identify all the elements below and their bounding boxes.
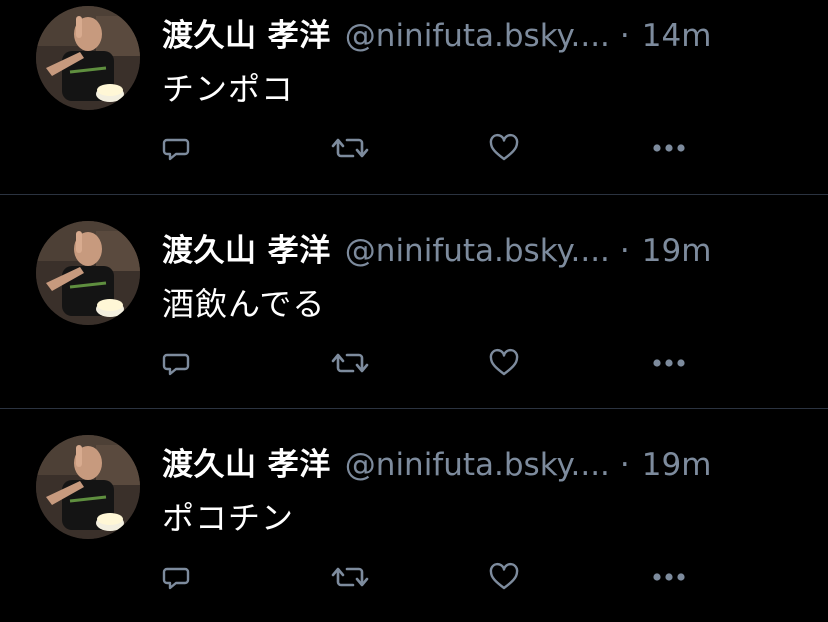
post-feed: 渡久山 孝洋 @ninifuta.bsky.... · 14m チンポコ 渡久山… bbox=[0, 0, 828, 607]
avatar-photo bbox=[36, 435, 140, 539]
more-button[interactable] bbox=[649, 343, 689, 383]
post-actions bbox=[0, 343, 828, 383]
reply-icon bbox=[162, 138, 190, 161]
post-header: 渡久山 孝洋 @ninifuta.bsky.... · 19m bbox=[162, 225, 711, 269]
like-button[interactable] bbox=[484, 557, 524, 597]
repost-icon bbox=[331, 138, 369, 158]
heart-icon bbox=[489, 348, 519, 376]
post-time[interactable]: 14m bbox=[642, 18, 712, 54]
heart-icon bbox=[489, 562, 519, 590]
reply-icon bbox=[162, 353, 190, 376]
like-button[interactable] bbox=[484, 128, 524, 168]
separator: · bbox=[619, 447, 630, 483]
author-handle[interactable]: @ninifuta.bsky.... bbox=[345, 18, 610, 54]
separator: · bbox=[619, 233, 630, 269]
post-actions bbox=[0, 557, 828, 597]
post[interactable]: 渡久山 孝洋 @ninifuta.bsky.... · 14m チンポコ bbox=[0, 0, 828, 214]
more-icon bbox=[653, 144, 685, 152]
post-text: 酒飲んでる bbox=[162, 285, 326, 323]
heart-icon bbox=[489, 133, 519, 161]
author-name[interactable]: 渡久山 孝洋 bbox=[162, 10, 331, 55]
post[interactable]: 渡久山 孝洋 @ninifuta.bsky.... · 19m ポコチン bbox=[0, 408, 828, 622]
more-icon bbox=[653, 573, 685, 581]
repost-button[interactable] bbox=[330, 128, 370, 168]
author-handle[interactable]: @ninifuta.bsky.... bbox=[345, 233, 610, 269]
post-time[interactable]: 19m bbox=[642, 447, 712, 483]
avatar-photo bbox=[36, 221, 140, 325]
repost-icon bbox=[331, 567, 369, 587]
post-time[interactable]: 19m bbox=[642, 233, 712, 269]
more-button[interactable] bbox=[649, 557, 689, 597]
reply-icon bbox=[162, 567, 190, 590]
reply-button[interactable] bbox=[156, 128, 196, 168]
author-name[interactable]: 渡久山 孝洋 bbox=[162, 439, 331, 484]
reply-button[interactable] bbox=[156, 557, 196, 597]
reply-button[interactable] bbox=[156, 343, 196, 383]
author-avatar[interactable] bbox=[36, 221, 140, 325]
avatar-photo bbox=[36, 6, 140, 110]
post-text: チンポコ bbox=[162, 70, 295, 108]
post-text: ポコチン bbox=[162, 499, 295, 537]
separator: · bbox=[619, 18, 630, 54]
repost-icon bbox=[331, 353, 369, 373]
more-icon bbox=[653, 359, 685, 367]
post-actions bbox=[0, 128, 828, 168]
like-button[interactable] bbox=[484, 343, 524, 383]
post-header: 渡久山 孝洋 @ninifuta.bsky.... · 14m bbox=[162, 10, 711, 54]
author-name[interactable]: 渡久山 孝洋 bbox=[162, 225, 331, 270]
author-handle[interactable]: @ninifuta.bsky.... bbox=[345, 447, 610, 483]
more-button[interactable] bbox=[649, 128, 689, 168]
author-avatar[interactable] bbox=[36, 6, 140, 110]
author-avatar[interactable] bbox=[36, 435, 140, 539]
post[interactable]: 渡久山 孝洋 @ninifuta.bsky.... · 19m 酒飲んでる bbox=[0, 194, 828, 408]
post-header: 渡久山 孝洋 @ninifuta.bsky.... · 19m bbox=[162, 439, 711, 483]
repost-button[interactable] bbox=[330, 343, 370, 383]
repost-button[interactable] bbox=[330, 557, 370, 597]
